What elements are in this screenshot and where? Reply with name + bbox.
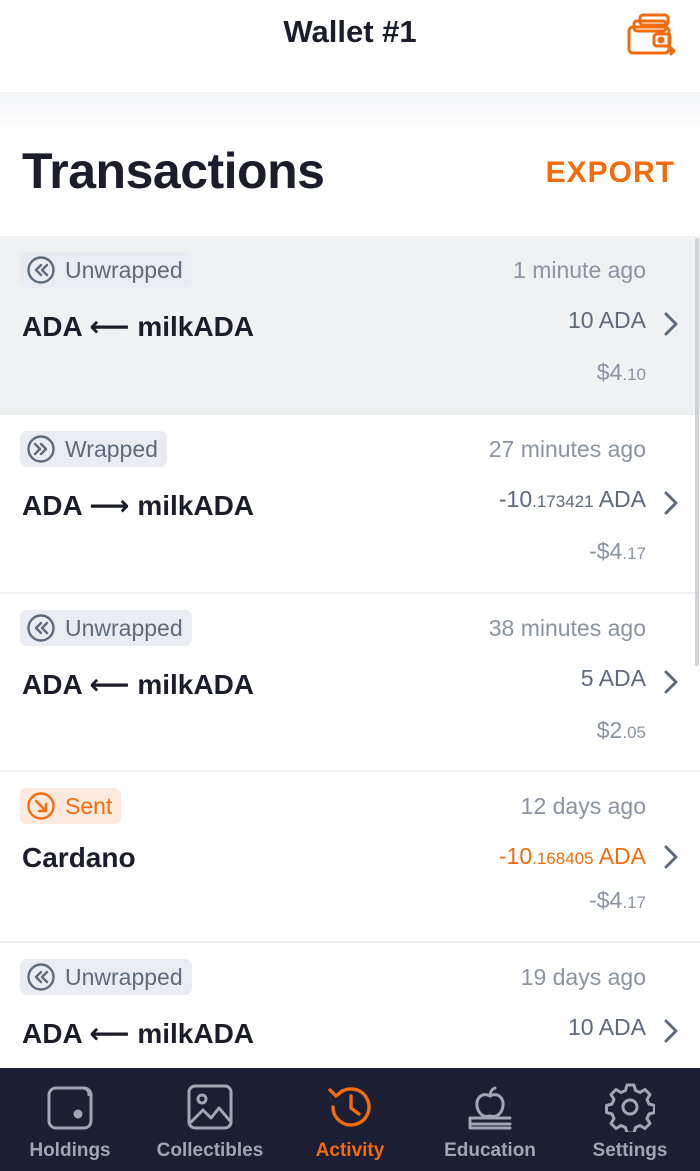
tx-amount: 10 ADA xyxy=(568,1014,646,1041)
nav-collectibles[interactable]: Collectibles xyxy=(140,1068,280,1171)
tx-type-label: Unwrapped xyxy=(65,614,183,641)
tx-amount-main: 10 xyxy=(567,1014,594,1040)
tx-fiat-main: -$4 xyxy=(589,887,623,913)
nav-label: Activity xyxy=(315,1140,385,1161)
transaction-row[interactable]: Sent 12 days ago Cardano -10.168405 ADA … xyxy=(0,772,700,943)
tx-amount-main: 5 xyxy=(580,665,594,691)
tx-amount: 10 ADA xyxy=(568,307,646,334)
tx-fiat-amount: $2.05 xyxy=(597,717,646,744)
tx-time: 27 minutes ago xyxy=(488,436,646,462)
chevron-right-icon[interactable] xyxy=(662,310,680,338)
nav-settings[interactable]: Settings xyxy=(560,1068,700,1171)
tx-amount-unit: ADA xyxy=(593,307,646,333)
tx-type-label: Unwrapped xyxy=(65,256,183,283)
transaction-row[interactable]: Unwrapped 19 days ago ADA ⟵ milkADA 10 A… xyxy=(0,943,700,1068)
tx-type-badge: Sent xyxy=(20,788,122,824)
wallet-icon xyxy=(47,1086,93,1130)
export-button[interactable]: EXPORT xyxy=(546,156,675,190)
image-icon xyxy=(187,1084,233,1130)
tx-fiat-amount: $4.10 xyxy=(597,359,646,386)
nav-education[interactable]: Education xyxy=(420,1068,560,1171)
arrow-down-right-circle-icon xyxy=(27,792,55,820)
nav-label: Settings xyxy=(592,1140,668,1161)
tx-amount-unit: ADA xyxy=(593,843,646,869)
tx-amount: -10.168405 ADA xyxy=(499,843,646,870)
tx-fiat-decimals: .17 xyxy=(622,544,646,563)
page-title: Transactions xyxy=(22,143,325,199)
wallets-switch-icon[interactable] xyxy=(626,12,678,60)
nav-label: Collectibles xyxy=(156,1140,264,1161)
tx-amount-decimals: .173421 xyxy=(532,492,594,511)
tx-type-badge: Unwrapped xyxy=(20,252,192,288)
wallet-title[interactable]: Wallet #1 xyxy=(0,14,700,50)
list-scrollbar[interactable] xyxy=(695,238,699,666)
tx-time: 19 days ago xyxy=(520,964,646,990)
tx-fiat-amount: -$4.17 xyxy=(589,887,646,914)
chevron-right-icon[interactable] xyxy=(662,1017,680,1045)
transaction-row[interactable]: Wrapped 27 minutes ago ADA ⟶ milkADA -10… xyxy=(0,415,700,594)
double-chevron-left-circle-icon xyxy=(27,614,55,642)
tx-fiat-main: -$4 xyxy=(589,538,623,564)
double-chevron-right-circle-icon xyxy=(27,435,55,463)
header-divider xyxy=(0,92,700,132)
tx-time: 12 days ago xyxy=(520,793,646,819)
tx-type-badge: Unwrapped xyxy=(20,959,192,995)
transaction-row[interactable]: Unwrapped 38 minutes ago ADA ⟵ milkADA 5… xyxy=(0,594,700,772)
transaction-row[interactable]: Unwrapped 1 minute ago ADA ⟵ milkADA 10 … xyxy=(0,236,700,415)
nav-activity[interactable]: Activity xyxy=(280,1068,420,1171)
chevron-right-icon[interactable] xyxy=(662,489,680,517)
tx-type-label: Unwrapped xyxy=(65,963,183,990)
tx-type-badge: Unwrapped xyxy=(20,610,192,646)
chevron-right-icon[interactable] xyxy=(662,843,680,871)
tx-amount-main: -10 xyxy=(498,486,533,512)
tx-type-label: Wrapped xyxy=(65,435,158,462)
double-chevron-left-circle-icon xyxy=(27,256,55,284)
tx-fiat-decimals: .10 xyxy=(622,365,646,384)
tx-title: Cardano xyxy=(22,842,136,873)
tx-type-badge: Wrapped xyxy=(20,431,167,467)
tx-amount-main: 10 xyxy=(567,307,594,333)
apple-books-icon xyxy=(468,1086,512,1130)
nav-label: Education xyxy=(444,1140,536,1161)
tx-title: ADA ⟵ milkADA xyxy=(22,1018,255,1049)
nav-label: Holdings xyxy=(29,1140,111,1161)
tx-title: ADA ⟶ milkADA xyxy=(22,490,255,521)
tx-amount-unit: ADA xyxy=(593,486,646,512)
tx-type-label: Sent xyxy=(65,792,113,819)
tx-amount: 5 ADA xyxy=(581,665,646,692)
chevron-right-icon[interactable] xyxy=(662,668,680,696)
tx-fiat-amount: -$4.17 xyxy=(589,538,646,565)
tx-amount-main: -10 xyxy=(498,843,533,869)
app-header: Wallet #1 xyxy=(0,0,700,92)
bottom-nav: Holdings Collectibles Activity Education xyxy=(0,1068,700,1171)
nav-holdings[interactable]: Holdings xyxy=(0,1068,140,1171)
tx-time: 38 minutes ago xyxy=(488,615,646,641)
tx-amount-unit: ADA xyxy=(593,665,646,691)
tx-fiat-main: $4 xyxy=(596,359,623,385)
tx-fiat-decimals: .17 xyxy=(622,893,646,912)
tx-fiat-decimals: .05 xyxy=(622,723,646,742)
tx-fiat-main: $2 xyxy=(596,717,623,743)
tx-amount-decimals: .168405 xyxy=(532,849,594,868)
tx-amount-unit: ADA xyxy=(593,1014,646,1040)
transaction-list[interactable]: Unwrapped 1 minute ago ADA ⟵ milkADA 10 … xyxy=(0,236,700,1068)
tx-title: ADA ⟵ milkADA xyxy=(22,311,255,342)
history-icon xyxy=(328,1087,371,1127)
tx-title: ADA ⟵ milkADA xyxy=(22,669,255,700)
gear-icon xyxy=(605,1083,655,1132)
double-chevron-left-circle-icon xyxy=(27,963,55,991)
tx-time: 1 minute ago xyxy=(513,257,646,283)
tx-amount: -10.173421 ADA xyxy=(499,486,646,513)
